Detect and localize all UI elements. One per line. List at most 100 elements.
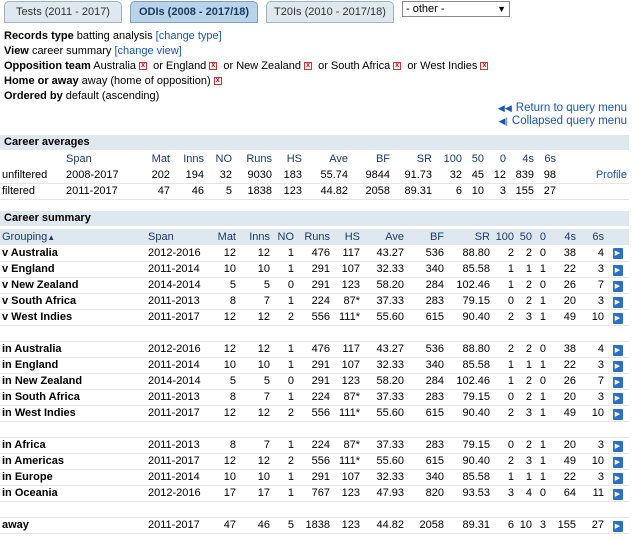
- profile-link[interactable]: Profile: [558, 167, 629, 184]
- remove-icon[interactable]: x: [139, 61, 148, 70]
- table-cell: 12: [238, 405, 272, 422]
- table-cell: 12: [208, 405, 238, 422]
- collapsed-query-link[interactable]: ◀| Collapsed query menu: [498, 115, 627, 128]
- table-cell: 1: [492, 277, 516, 294]
- table-cell: 1: [516, 357, 534, 374]
- column-header-mat: Mat: [151, 153, 170, 165]
- column-header-100[interactable]: 100: [492, 229, 516, 245]
- play-arrow-icon[interactable]: ▶: [612, 248, 623, 260]
- play-arrow-icon[interactable]: ▶: [612, 408, 623, 420]
- play-arrow-icon[interactable]: ▶: [612, 280, 623, 292]
- grouping-cell: v Australia: [0, 245, 146, 262]
- play-arrow-icon[interactable]: ▶: [612, 472, 623, 484]
- separator-cell: [0, 325, 629, 342]
- table-cell: 556: [296, 453, 332, 470]
- tab-odis[interactable]: ODIs (2008 - 2017/18): [130, 1, 258, 23]
- table-cell: 17: [208, 485, 238, 502]
- table-cell: 6: [434, 183, 464, 200]
- table-cell: 10: [238, 357, 272, 374]
- table-cell: 340: [406, 469, 446, 486]
- table-cell: 284: [406, 277, 446, 294]
- column-header-grouping[interactable]: Grouping▲: [0, 229, 146, 245]
- table-row: in Europe 2011-2014 10 10 1 291 107 32.33 340 85.…: [0, 469, 629, 486]
- column-header-bf[interactable]: BF: [406, 229, 446, 245]
- table-cell: 1: [516, 469, 534, 486]
- sort-up-icon: ▲: [47, 233, 56, 242]
- play-arrow-icon[interactable]: ▶: [612, 296, 623, 308]
- rewind-icon: ◀◀: [497, 103, 512, 113]
- table-cell: 2012-2016: [146, 485, 208, 502]
- table-cell: 1: [534, 309, 548, 326]
- column-header-0[interactable]: 0: [534, 229, 548, 245]
- remove-icon[interactable]: x: [304, 61, 313, 70]
- table-cell: 283: [406, 293, 446, 310]
- table-cell: 556: [296, 405, 332, 422]
- table-row: v South Africa 2011-2013 8 7 1 224 87* 37.33 283…: [0, 293, 629, 310]
- table-cell: 2011-2013: [146, 293, 208, 310]
- column-header-no[interactable]: NO: [272, 229, 296, 245]
- table-cell: 1: [492, 261, 516, 278]
- table-cell: 1: [272, 293, 296, 310]
- table-cell: 2011-2017: [64, 183, 142, 200]
- table-cell: 12: [486, 167, 508, 184]
- column-header-ave[interactable]: Ave: [362, 229, 406, 245]
- play-arrow-icon[interactable]: ▶: [612, 360, 623, 372]
- table-cell: 2: [516, 389, 534, 406]
- table-cell: 820: [406, 485, 446, 502]
- tab-tests[interactable]: Tests (2011 - 2017): [4, 1, 122, 23]
- table-cell: 1: [534, 469, 548, 486]
- play-arrow-icon[interactable]: ▶: [612, 456, 623, 468]
- table-cell: 3: [578, 389, 606, 406]
- table-row: in South Africa 2011-2013 8 7 1 224 87* 37.33 28…: [0, 389, 629, 406]
- table-cell: 32.33: [362, 469, 406, 486]
- remove-icon[interactable]: x: [393, 61, 402, 70]
- tab-t20is[interactable]: T20Is (2010 - 2017/18): [266, 1, 394, 23]
- play-arrow-icon[interactable]: ▶: [612, 488, 623, 500]
- table-cell: 1: [272, 485, 296, 502]
- column-header-4s[interactable]: 4s: [548, 229, 578, 245]
- column-header-mat[interactable]: Mat: [208, 229, 238, 245]
- career-summary-header-row: Grouping▲ Span Mat Inns NO Runs HS Ave B…: [0, 229, 629, 245]
- remove-icon[interactable]: x: [209, 61, 218, 70]
- table-cell: 1: [534, 357, 548, 374]
- row-action-cell: ▶: [606, 389, 629, 406]
- play-arrow-icon[interactable]: ▶: [612, 344, 623, 356]
- play-arrow-icon[interactable]: ▶: [612, 520, 623, 532]
- table-cell: 2011-2013: [146, 389, 208, 406]
- change-type-link[interactable]: [change type]: [156, 30, 222, 42]
- remove-icon[interactable]: x: [213, 76, 222, 85]
- profile-link[interactable]: [558, 183, 629, 200]
- change-view-link[interactable]: [change view]: [114, 45, 181, 57]
- return-to-query-label: Return to query menu: [515, 102, 627, 114]
- table-cell: 155: [548, 517, 578, 534]
- play-arrow-icon[interactable]: ▶: [612, 264, 623, 276]
- column-header-6s[interactable]: 6s: [578, 229, 606, 245]
- play-arrow-icon[interactable]: ▶: [612, 312, 623, 324]
- table-cell: 32: [434, 167, 464, 184]
- table-cell: 1: [272, 437, 296, 454]
- table-cell: 536: [406, 245, 446, 262]
- table-cell: 107: [332, 261, 362, 278]
- row-action-cell: ▶: [606, 341, 629, 358]
- play-arrow-icon[interactable]: ▶: [612, 376, 623, 388]
- table-cell: 49: [548, 405, 578, 422]
- column-header-span[interactable]: Span: [146, 229, 208, 245]
- play-arrow-icon[interactable]: ▶: [612, 392, 623, 404]
- table-row: in England 2011-2014 10 10 1 291 107 32.33 340 85…: [0, 357, 629, 374]
- table-cell: 26: [548, 277, 578, 294]
- table-cell: 5: [272, 517, 296, 534]
- column-header-sr[interactable]: SR: [446, 229, 492, 245]
- return-to-query-link[interactable]: ◀◀ Return to query menu: [498, 102, 627, 115]
- table-cell: 1838: [296, 517, 332, 534]
- opposition-team: or England: [153, 60, 207, 72]
- remove-icon[interactable]: x: [480, 61, 489, 70]
- table-cell: 32.33: [362, 357, 406, 374]
- table-cell: 2: [272, 309, 296, 326]
- column-header-50[interactable]: 50: [516, 229, 534, 245]
- column-header-runs[interactable]: Runs: [296, 229, 332, 245]
- other-format-select[interactable]: - other - ▼: [402, 1, 510, 17]
- column-header-hs[interactable]: HS: [332, 229, 362, 245]
- column-header-inns[interactable]: Inns: [238, 229, 272, 245]
- table-cell: 44.82: [362, 517, 406, 534]
- play-arrow-icon[interactable]: ▶: [612, 440, 623, 452]
